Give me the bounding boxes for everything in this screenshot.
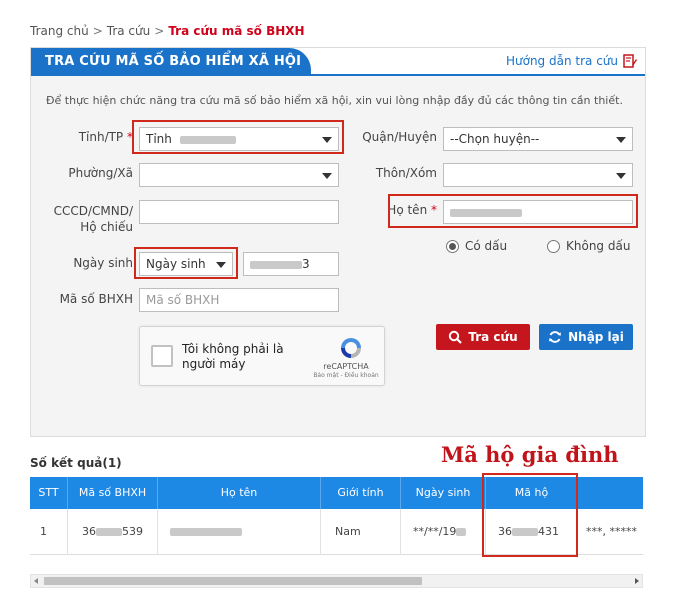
- redacted-text: [170, 528, 242, 536]
- household-code-annotation: Mã hộ gia đình: [441, 442, 619, 467]
- id-card-input[interactable]: [139, 200, 339, 224]
- highlight-box-province: [132, 120, 344, 154]
- village-select[interactable]: [443, 163, 633, 187]
- recaptcha-brand: reCAPTCHA: [323, 362, 369, 371]
- column-header-extra: [578, 477, 643, 509]
- bhxh-label: Mã số BHXH: [59, 292, 133, 306]
- cell-dob-text: **/**/19: [413, 525, 457, 538]
- chevron-down-icon: [616, 173, 626, 179]
- breadcrumb-current: Tra cứu mã số BHXH: [168, 24, 305, 38]
- radio-unselected-icon: [547, 239, 560, 253]
- cell-bhxh: 36 539: [68, 509, 158, 555]
- cell-gender: Nam: [321, 509, 401, 555]
- ward-label: Phường/Xã: [68, 166, 133, 180]
- bhxh-input[interactable]: Mã số BHXH: [139, 288, 339, 312]
- breadcrumb: Trang chủ > Tra cứu > Tra cứu mã số BHXH: [30, 24, 305, 38]
- column-header-stt: STT: [30, 477, 68, 509]
- recaptcha-widget: Tôi không phải là người máy reCAPTCHA Bả…: [139, 326, 385, 386]
- result-count: Số kết quả(1): [30, 456, 122, 470]
- recaptcha-label: Tôi không phải là người máy: [182, 342, 284, 371]
- breadcrumb-home[interactable]: Trang chủ: [30, 24, 89, 38]
- redacted-text: [250, 260, 302, 269]
- district-value: --Chọn huyện--: [450, 132, 540, 146]
- cell-stt: 1: [30, 509, 68, 555]
- search-icon: [449, 330, 463, 344]
- district-label: Quận/Huyện: [362, 130, 437, 144]
- search-button-label: Tra cứu: [468, 330, 518, 344]
- panel-title: TRA CỨU MÃ SỐ BẢO HIỂM XÃ HỘI: [31, 48, 311, 76]
- cell-bhxh-suffix: 539: [122, 525, 143, 538]
- radio-with-accent[interactable]: Có dấu: [446, 239, 507, 253]
- horizontal-scrollbar[interactable]: [30, 574, 643, 588]
- scrollbar-thumb[interactable]: [44, 577, 422, 585]
- recaptcha-logo-icon: [341, 338, 361, 358]
- reset-button-label: Nhập lại: [568, 330, 624, 344]
- cell-extra: ***, *****: [586, 525, 637, 538]
- edit-document-icon: [623, 54, 637, 68]
- scroll-right-icon[interactable]: [635, 578, 639, 584]
- dob-value-suffix: 3: [302, 257, 310, 271]
- highlight-box-household-code: [482, 473, 578, 557]
- id-card-label: CCCD/CMND/ Hộ chiếu: [41, 203, 133, 235]
- highlight-box-dob-type: [134, 247, 238, 279]
- radio-with-accent-label: Có dấu: [465, 239, 508, 253]
- recaptcha-links[interactable]: Bảo mật - Điều khoản: [310, 372, 382, 379]
- refresh-icon: [549, 331, 562, 343]
- province-label: Tỉnh/TP *: [41, 130, 133, 144]
- radio-without-accent-label: Không dấu: [566, 239, 631, 253]
- chevron-down-icon: [322, 173, 332, 179]
- column-header-name: Họ tên: [158, 477, 321, 509]
- column-header-dob: Ngày sinh: [401, 477, 486, 509]
- cell-dob: **/**/19: [401, 509, 486, 555]
- radio-without-accent[interactable]: Không dấu: [547, 239, 630, 253]
- id-card-label-line2: Hộ chiếu: [80, 220, 133, 234]
- recaptcha-checkbox[interactable]: [151, 345, 173, 367]
- search-button[interactable]: Tra cứu: [436, 324, 530, 350]
- redacted-text: [96, 528, 122, 536]
- radio-selected-icon: [446, 239, 459, 253]
- redacted-text: [456, 528, 467, 536]
- ward-select[interactable]: [139, 163, 339, 187]
- village-label: Thôn/Xóm: [375, 166, 437, 180]
- panel-header: TRA CỨU MÃ SỐ BẢO HIỂM XÃ HỘI Hướng dẫn …: [31, 48, 645, 76]
- breadcrumb-lookup[interactable]: Tra cứu: [107, 24, 150, 38]
- province-label-text: Tỉnh/TP: [78, 130, 124, 144]
- guide-link-label: Hướng dẫn tra cứu: [505, 54, 618, 68]
- bhxh-placeholder: Mã số BHXH: [146, 293, 220, 307]
- column-header-bhxh: Mã số BHXH: [68, 477, 158, 509]
- district-select[interactable]: --Chọn huyện--: [443, 127, 633, 151]
- id-card-label-line1: CCCD/CMND/: [53, 204, 133, 218]
- scroll-left-icon[interactable]: [34, 578, 38, 584]
- guide-link[interactable]: Hướng dẫn tra cứu: [506, 54, 637, 68]
- cell-name: [158, 509, 321, 555]
- column-header-gender: Giới tính: [321, 477, 401, 509]
- dob-input[interactable]: 3: [243, 252, 339, 276]
- chevron-down-icon: [616, 137, 626, 143]
- cell-bhxh-prefix: 36: [82, 525, 96, 538]
- dob-label: Ngày sinh: [73, 256, 133, 270]
- lookup-panel: TRA CỨU MÃ SỐ BẢO HIỂM XÃ HỘI Hướng dẫn …: [30, 47, 646, 437]
- reset-button[interactable]: Nhập lại: [539, 324, 633, 350]
- breadcrumb-separator: >: [92, 24, 103, 38]
- form-intro: Để thực hiện chức năng tra cứu mã số bảo…: [46, 94, 623, 107]
- breadcrumb-separator: >: [154, 24, 165, 38]
- highlight-box-full-name: [388, 194, 638, 228]
